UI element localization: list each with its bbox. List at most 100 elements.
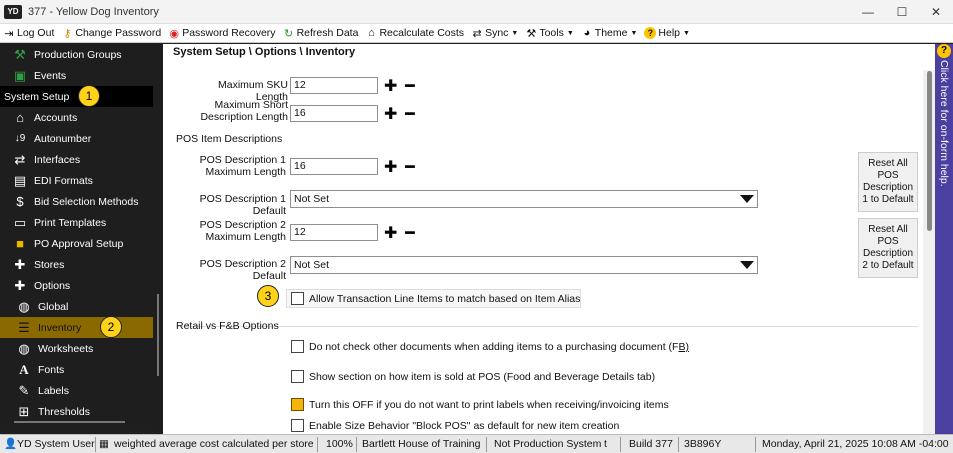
menu-password-recovery[interactable]: ◉ Password Recovery — [168, 27, 275, 40]
menu-theme[interactable]: ◕ Theme ▼ — [581, 27, 637, 39]
menu-logout[interactable]: ⇥ Log Out — [3, 27, 54, 40]
max-short-desc-input[interactable]: 16 — [290, 105, 378, 122]
sidebar-item-label: Thresholds — [38, 405, 90, 418]
no-check-docs-suffix: B) — [678, 341, 689, 353]
reset-pos-description-1-button[interactable]: Reset All POS Description 1 to Default — [858, 152, 918, 212]
sidebar-vertical-scrollbar[interactable] — [157, 294, 159, 376]
pos2-max-decrement-button[interactable]: ━ — [405, 226, 415, 242]
pos2-default-select[interactable]: Not Set — [290, 256, 758, 274]
sidebar-item-worksheets[interactable]: ◍ Worksheets — [0, 338, 153, 359]
menu-change-password[interactable]: ⚷ Change Password — [61, 27, 161, 40]
window-title: 377 - Yellow Dog Inventory — [28, 5, 159, 18]
menu-recalculate-costs[interactable]: ⌂ Recalculate Costs — [365, 27, 464, 39]
sidebar-item-print-templates[interactable]: ▭ Print Templates — [0, 212, 153, 233]
maximize-button[interactable]: ☐ — [885, 0, 919, 24]
max-sku-input[interactable]: 12 — [290, 77, 378, 94]
pos-item-descriptions-heading: POS Item Descriptions — [176, 133, 283, 145]
max-sku-decrement-button[interactable]: ━ — [405, 79, 415, 95]
sidebar-item-bid-selection-methods[interactable]: $ Bid Selection Methods — [0, 191, 153, 212]
max-short-desc-increment-button[interactable]: ✚ — [384, 107, 397, 123]
reset2-line: Description — [862, 248, 914, 259]
sidebar-item-autonumber[interactable]: ↓9 Autonumber — [0, 128, 153, 149]
sidebar-section-system-setup[interactable]: System Setup — [0, 86, 153, 107]
print-labels-checkbox[interactable] — [291, 398, 304, 411]
menu-logout-label: Log Out — [17, 27, 55, 39]
refresh-icon: ↻ — [283, 27, 294, 40]
globe-icon: ◍ — [18, 340, 30, 356]
sidebar-item-label: Global — [38, 300, 69, 313]
sidebar-item-po-approval-setup[interactable]: ■ PO Approval Setup — [0, 233, 153, 254]
menu-password-recovery-label: Password Recovery — [182, 27, 276, 39]
menu-help[interactable]: ? Help ▼ — [644, 27, 690, 39]
sidebar-item-interfaces[interactable]: ⇄ Interfaces — [0, 149, 153, 170]
sidebar-horizontal-scrollbar[interactable] — [14, 421, 125, 423]
logout-icon: ⇥ — [4, 27, 14, 40]
key-icon: ⚷ — [63, 27, 72, 40]
sidebar-item-events[interactable]: ▣ Events — [0, 65, 153, 86]
reset2-line: Reset All — [868, 224, 908, 235]
title-bar: YD 377 - Yellow Dog Inventory — ☐ ✕ — [0, 0, 953, 24]
threshold-icon: ⊞ — [18, 403, 30, 419]
menu-help-label: Help — [658, 27, 681, 39]
main-panel: System Setup \ Options \ Inventory Maxim… — [163, 44, 935, 434]
pos1-max-decrement-button[interactable]: ━ — [405, 160, 415, 176]
max-short-desc-decrement-button[interactable]: ━ — [405, 107, 415, 123]
status-bar: 👤 YD System User ▦ weighted average cost… — [0, 434, 953, 453]
menu-theme-label: Theme — [594, 27, 628, 39]
sidebar-item-label: Labels — [38, 384, 69, 397]
chevron-down-icon — [740, 261, 754, 269]
user-icon: 👤 — [4, 438, 18, 450]
menu-bar: ⇥ Log Out ⚷ Change Password ◉ Password R… — [0, 24, 953, 43]
minimize-button[interactable]: — — [851, 0, 885, 24]
close-button[interactable]: ✕ — [919, 0, 953, 24]
sidebar-item-options[interactable]: ✚ Options — [0, 275, 153, 296]
size-behavior-label: Enable Size Behavior "Block POS" as defa… — [309, 420, 620, 432]
sidebar-item-edi-formats[interactable]: ▤ EDI Formats — [0, 170, 153, 191]
sidebar-item-accounts[interactable]: ⌂ Accounts — [0, 107, 153, 128]
sidebar-item-label: Bid Selection Methods — [34, 195, 139, 208]
pos1-max-increment-button[interactable]: ✚ — [384, 160, 397, 176]
pos2-default-label: POS Description 2 Default — [199, 258, 286, 282]
sidebar-item-label: Accounts — [34, 111, 78, 124]
menu-sync[interactable]: ⇄ Sync ▼ — [471, 27, 518, 40]
menu-refresh-data[interactable]: ↻ Refresh Data — [283, 27, 358, 40]
sidebar-item-inventory[interactable]: ☰ Inventory — [0, 317, 153, 338]
callout-badge-3: 3 — [257, 285, 279, 307]
show-pos-section-checkbox[interactable] — [291, 370, 304, 383]
pos2-max-label: POS Description 2 Maximum Length — [183, 219, 286, 243]
sidebar-item-fonts[interactable]: A Fonts — [0, 359, 153, 380]
allow-alias-match-checkbox[interactable] — [291, 292, 304, 305]
sidebar-item-labels[interactable]: ✎ Labels — [0, 380, 153, 401]
sidebar-item-stores[interactable]: ✚ Stores — [0, 254, 153, 275]
pos2-max-input[interactable]: 12 — [290, 224, 378, 241]
menu-tools[interactable]: ⚒ Tools ▼ — [525, 27, 573, 40]
sidebar-item-production-groups[interactable]: ⚒ Production Groups — [0, 44, 153, 65]
sidebar-item-global[interactable]: ◍ Global — [0, 296, 153, 317]
pos1-max-input[interactable]: 16 — [290, 158, 378, 175]
max-short-desc-label-line2: Description Length — [200, 111, 288, 123]
sidebar-item-label: Autonumber — [34, 132, 92, 145]
numbering-icon: ↓9 — [14, 133, 26, 144]
pos2-max-increment-button[interactable]: ✚ — [384, 226, 397, 242]
status-suffix: t — [604, 438, 607, 450]
reset-pos-description-2-button[interactable]: Reset All POS Description 2 to Default — [858, 218, 918, 278]
no-check-docs-checkbox[interactable] — [291, 340, 304, 353]
hammer-icon: ⚒ — [14, 46, 26, 62]
sidebar-item-label: Interfaces — [34, 153, 81, 166]
sidebar-item-label: Inventory — [38, 321, 82, 334]
status-build: Build 377 — [629, 438, 673, 450]
reset1-line: Reset All — [868, 158, 908, 169]
menu-tools-label: Tools — [539, 27, 564, 39]
main-scroll-thumb[interactable] — [927, 71, 932, 231]
pos1-default-select[interactable]: Not Set — [290, 190, 758, 208]
calendar-icon: ▣ — [13, 67, 27, 83]
sidebar-item-thresholds[interactable]: ⊞ Thresholds — [0, 401, 153, 422]
callout-badge-1: 1 — [78, 85, 100, 107]
on-form-help-strip[interactable]: ? Click here for on-form help. — [935, 44, 953, 434]
size-behavior-checkbox[interactable] — [291, 419, 304, 432]
breadcrumb: System Setup \ Options \ Inventory — [173, 46, 356, 58]
globe-icon: ◍ — [18, 298, 30, 314]
max-sku-increment-button[interactable]: ✚ — [384, 79, 397, 95]
divider — [176, 326, 918, 327]
reset1-line: POS — [877, 170, 899, 181]
